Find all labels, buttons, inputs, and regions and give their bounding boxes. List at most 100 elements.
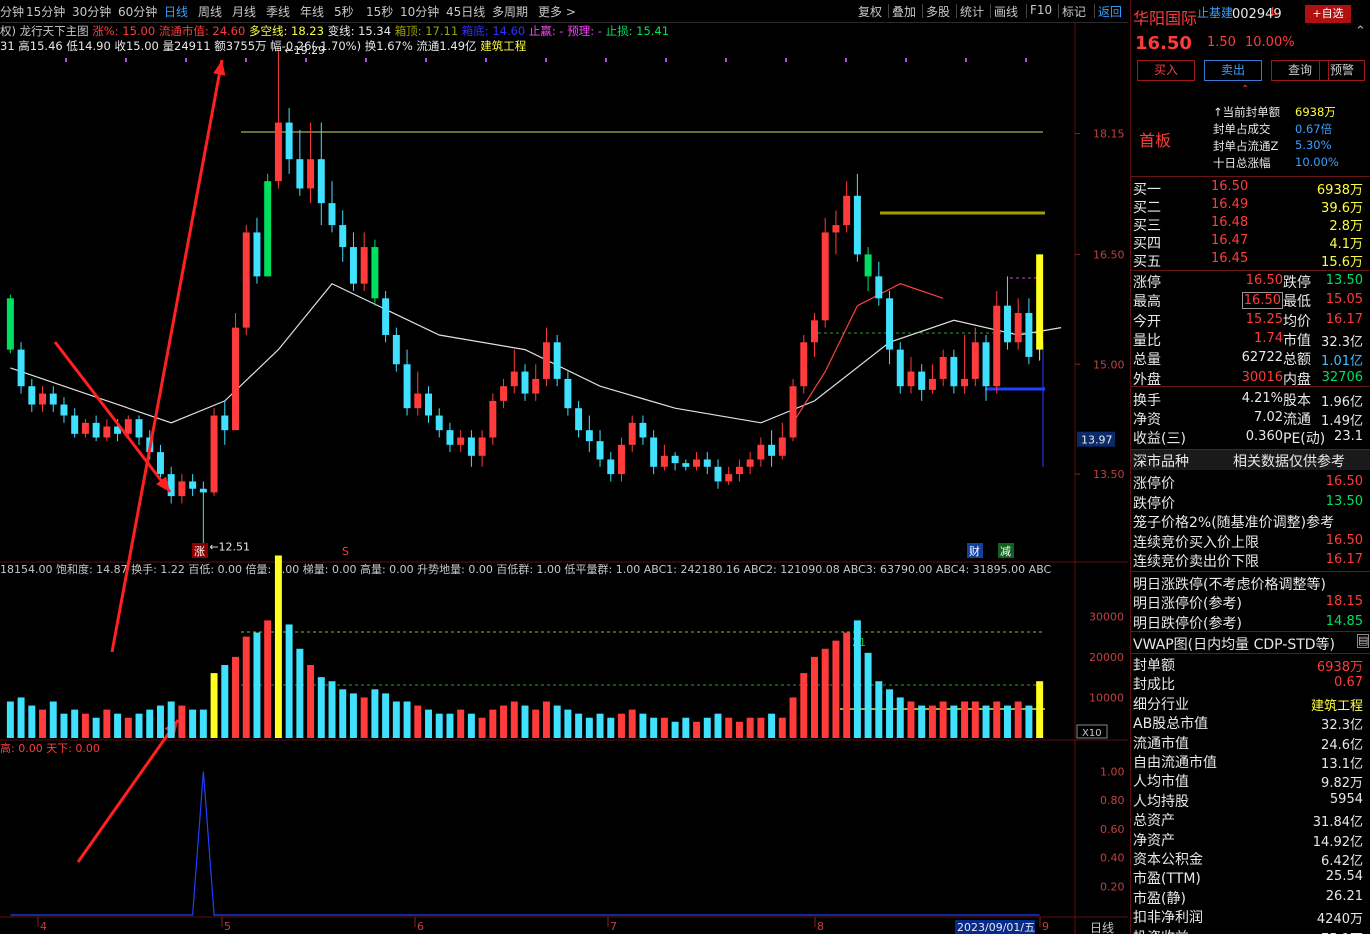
volume-bar (950, 705, 958, 738)
candle-body (971, 342, 979, 379)
info-liutong: 流通市值: 24.60 (158, 24, 246, 38)
period-tab-13[interactable]: 多周期 (492, 3, 528, 20)
volume-axis-label: 20000 (1089, 651, 1124, 664)
kline-chart-area[interactable]: 18.15 16.50 15.00 13.50 13.97 ←19.29 ←12.51 涨 S 财… (0, 22, 1128, 934)
bid-price: 16.49 (1211, 197, 1249, 212)
date-axis-label: 5 (224, 920, 231, 933)
trade-button-3[interactable]: 预警 (1319, 60, 1365, 81)
expand-icon[interactable]: ▤ (1357, 634, 1369, 648)
detail-value: 26.21 (1325, 888, 1363, 904)
date-axis-period[interactable]: 日线 (1090, 921, 1114, 934)
price-axis-label: 13.50 (1093, 468, 1125, 481)
bid-label: 买二 (1133, 200, 1161, 216)
period-tab-1[interactable]: 15分钟 (26, 3, 65, 20)
candle-body (17, 349, 25, 387)
collapse-icon[interactable]: ⌃ (1241, 84, 1249, 95)
candle-body (789, 386, 797, 438)
toolbar-action-6[interactable]: 标记 (1062, 3, 1086, 20)
stat-value-2: 1.96亿 (1321, 394, 1363, 410)
period-tab-11[interactable]: 10分钟 (400, 3, 439, 20)
period-tab-12[interactable]: 45日线 (446, 3, 485, 20)
candle-body (307, 159, 315, 189)
panel-divider (1131, 653, 1370, 654)
price-change-pct: 10.00% (1245, 35, 1295, 50)
tomorrow-label: 明日跌停价(参考) (1133, 615, 1242, 632)
quote-panel: 华阳国际 止基建 002949 L +自选 ⌃ 16.50 1.50 10.00% 买入 卖出 查询预… (1130, 0, 1370, 934)
toolbar-action-1[interactable]: 叠加 (892, 3, 916, 20)
candle-body (500, 386, 508, 401)
stat-label: 涨停 (1133, 275, 1161, 291)
stat-value-2: 32706 (1321, 369, 1363, 385)
trade-button-1[interactable]: 卖出 (1204, 60, 1262, 81)
signal-dot (845, 58, 847, 62)
period-tab-2[interactable]: 30分钟 (72, 3, 111, 20)
toolbar-action-2[interactable]: 多股 (926, 3, 950, 20)
vwap-title[interactable]: VWAP图(日内均量 CDP-STD等) (1133, 634, 1335, 654)
limit-label: 跌停价 (1133, 495, 1175, 512)
candle-body (28, 386, 36, 405)
volume-bar (135, 713, 143, 738)
candle-body (467, 437, 475, 456)
trade-button-0[interactable]: 买入 (1137, 60, 1195, 81)
candle-body (628, 422, 636, 445)
candle-body (660, 455, 668, 467)
period-tab-7[interactable]: 季线 (266, 3, 290, 20)
period-tab-5[interactable]: 周线 (198, 3, 222, 20)
volume-bar (596, 713, 604, 738)
volume-bar (221, 665, 229, 738)
period-tab-6[interactable]: 月线 (232, 3, 256, 20)
candle-body (843, 195, 851, 226)
stat-label-2: 跌停 (1283, 275, 1311, 291)
volume-bar (435, 713, 443, 738)
candle-body (928, 378, 936, 390)
candle-body (403, 364, 411, 409)
candle-body (757, 444, 765, 460)
chart-svg[interactable]: 18.1516.5015.0013.5013.97←19.29←12.51涨 S 财… (0, 22, 1128, 934)
stat-value-2: 15.05 (1325, 292, 1363, 308)
volume-bar (339, 689, 347, 738)
period-tab-3[interactable]: 60分钟 (118, 3, 157, 20)
close-icon[interactable]: ⌃ (1355, 24, 1366, 39)
main-indicator-name[interactable]: 龙行天下主图 (20, 24, 89, 38)
ohlc-summary: 31 高15.46 低14.90 收15.00 量24911 额3755万 幅-… (0, 39, 477, 53)
volume-bar (650, 717, 658, 738)
candle-body (81, 422, 89, 434)
toolbar-action-7[interactable]: 返回 (1098, 3, 1122, 20)
volume-bar (349, 693, 357, 738)
date-axis-label: 7 (610, 920, 617, 933)
panel-divider (1131, 631, 1370, 632)
toolbar-action-4[interactable]: 画线 (994, 3, 1018, 20)
chart-info-line-2: 31 高15.46 低14.90 收15.00 量24911 额3755万 幅-… (0, 38, 526, 54)
period-tab-0[interactable]: 分钟 (0, 3, 24, 20)
period-tab-8[interactable]: 年线 (300, 3, 324, 20)
stock-tag: 止基建 (1197, 6, 1234, 20)
candle-body (521, 371, 529, 394)
period-tab-10[interactable]: 15秒 (366, 3, 393, 20)
toolbar-action-0[interactable]: 复权 (858, 3, 882, 20)
jian-marker-label: 减 (1000, 545, 1011, 558)
indicator-info-line: 高: 0.00 天下: 0.00 (0, 741, 100, 755)
volume-bar (39, 709, 47, 738)
info-bianxian: 变线: 15.34 (327, 24, 392, 38)
volume-axis-label: 10000 (1089, 691, 1124, 704)
candle-body (371, 247, 379, 299)
candle-body (993, 305, 1001, 387)
volume-bar (403, 701, 411, 738)
add-watchlist-button[interactable]: +自选 (1305, 5, 1351, 23)
info-xiangding: 箱顶: 17.11 (394, 24, 459, 38)
volume-bar (682, 717, 690, 738)
candle-body (435, 415, 443, 431)
toolbar-action-3[interactable]: 统计 (960, 3, 984, 20)
volume-bar (564, 709, 572, 738)
period-tab-14[interactable]: 更多 > (538, 3, 576, 20)
candle-body (124, 419, 132, 434)
bid-price: 16.47 (1211, 233, 1249, 248)
period-tab-9[interactable]: 5秒 (334, 3, 354, 20)
candle-body (693, 459, 701, 467)
stat-label: 总量 (1133, 352, 1161, 369)
toolbar-action-5[interactable]: F10 (1030, 3, 1052, 17)
detail-label: 封单额 (1133, 658, 1175, 674)
volume-bar (317, 677, 325, 738)
indicator-axis-label: 0.60 (1100, 823, 1125, 836)
period-tab-4[interactable]: 日线 (164, 3, 188, 20)
